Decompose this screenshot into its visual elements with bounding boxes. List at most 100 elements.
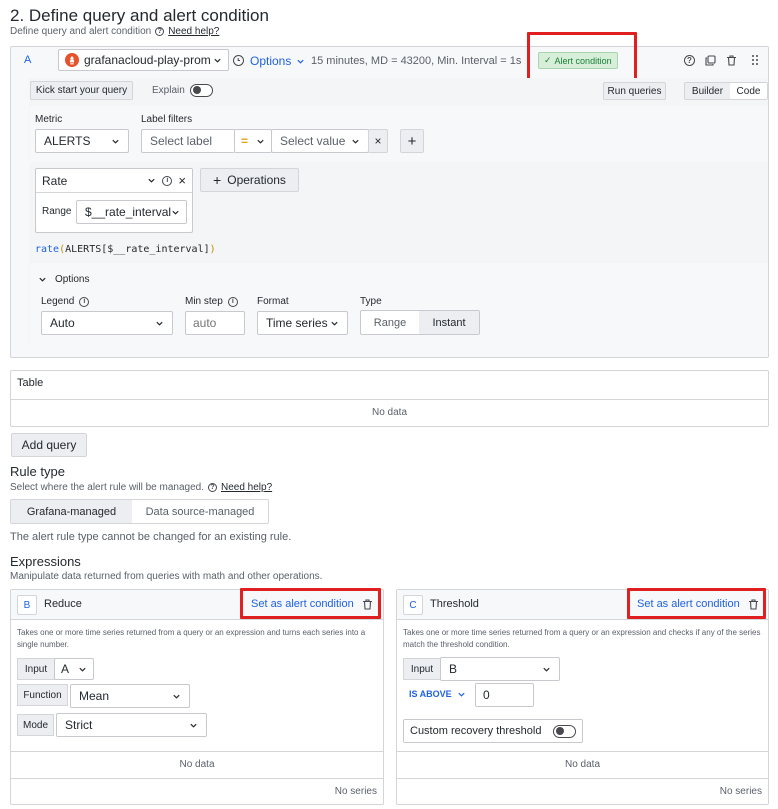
table-empty-text: No data [371, 407, 408, 418]
operation-name[interactable]: Rate [42, 174, 67, 188]
metric-select[interactable]: ALERTS [35, 129, 129, 153]
chevron-down-icon [77, 664, 87, 674]
info-icon: i [79, 296, 90, 307]
threshold-set-alert-button[interactable]: Set as alert condition [637, 598, 740, 610]
rule-type-description-row: Select where the alert rule will be mana… [10, 482, 272, 493]
min-step-label-row: Min step i [185, 296, 238, 307]
min-step-label: Min step [185, 296, 223, 307]
options-collapse-toggle[interactable]: Options [37, 274, 89, 285]
query-options-toggle[interactable]: Options [250, 54, 305, 68]
reduce-ref-badge[interactable]: B [17, 595, 37, 615]
chevron-down-icon[interactable] [146, 176, 156, 186]
table-title: Table [17, 377, 44, 389]
select-label-input[interactable]: Select label [141, 129, 235, 153]
section-subtitle: Define query and alert condition [10, 26, 152, 37]
reduce-no-data: No data [179, 759, 215, 770]
threshold-input-select[interactable]: B [440, 657, 560, 681]
add-query-button[interactable]: Add query [11, 433, 87, 457]
threshold-description: Takes one or more time series returned f… [403, 628, 761, 649]
query-options-summary: 15 minutes, MD = 43200, Min. Interval = … [311, 55, 522, 67]
chevron-down-icon [188, 720, 198, 730]
range-label: Range [42, 206, 72, 217]
trash-icon[interactable] [726, 55, 737, 66]
query-ref-id[interactable]: A [24, 54, 31, 66]
trash-icon[interactable] [362, 599, 373, 610]
type-label: Type [360, 296, 382, 307]
clock-icon [233, 55, 244, 66]
select-value-input[interactable]: Select value [271, 129, 369, 153]
reduce-result-divider [11, 751, 383, 752]
legend-select[interactable]: Auto [41, 311, 173, 335]
expressions-title: Expressions [10, 554, 81, 569]
reduce-name: Reduce [44, 598, 82, 610]
info-icon: i [227, 296, 238, 307]
duplicate-icon[interactable] [705, 55, 716, 66]
threshold-value-input[interactable] [475, 683, 534, 707]
reduce-function-label: Function [17, 684, 68, 706]
threshold-no-data: No data [564, 759, 601, 770]
remove-filter-button[interactable]: × [368, 129, 388, 153]
type-range-option[interactable]: Range [361, 311, 419, 334]
datasource-picker[interactable]: grafanacloud-play-prom [58, 49, 229, 71]
reduce-function-select[interactable]: Mean [70, 684, 190, 708]
custom-recovery-toggle[interactable] [553, 724, 576, 738]
label-filters-label: Label filters [141, 114, 193, 125]
explain-label: Explain [152, 85, 185, 96]
check-icon: ✓ [544, 55, 552, 65]
format-label: Format [257, 296, 289, 307]
explain-toggle[interactable] [190, 84, 213, 97]
format-value: Time series [266, 316, 328, 330]
format-select[interactable]: Time series [257, 311, 348, 335]
reduce-mode-select[interactable]: Strict [56, 713, 207, 737]
drag-handle-icon[interactable] [751, 54, 759, 66]
query-expression-preview: rate(ALERTS[$__rate_interval]) [35, 244, 216, 255]
min-step-input[interactable] [185, 311, 245, 335]
chevron-down-icon [110, 136, 120, 146]
help-icon[interactable]: ? [684, 55, 695, 66]
grafana-managed-option[interactable]: Grafana-managed [11, 500, 132, 523]
type-instant-option[interactable]: Instant [419, 311, 479, 334]
operations-button[interactable]: + Operations [200, 168, 299, 192]
chevron-down-icon [329, 318, 339, 328]
range-value: $__rate_interval [85, 205, 172, 219]
chevron-down-icon [171, 691, 181, 701]
operation-header: Rate i × [36, 169, 192, 193]
reduce-input-value: A [61, 662, 70, 676]
range-select[interactable]: $__rate_interval [76, 200, 187, 224]
threshold-name: Threshold [430, 598, 479, 610]
reduce-input-label: Input [17, 658, 55, 680]
threshold-result-divider-2 [397, 778, 768, 779]
chevron-down-icon [295, 56, 305, 66]
rule-type-help-link[interactable]: Need help? [221, 482, 272, 493]
add-filter-button[interactable]: + [400, 129, 424, 153]
datasource-managed-option[interactable]: Data source-managed [132, 500, 268, 523]
operations-button-label: Operations [227, 173, 286, 187]
threshold-input-label: Input [403, 658, 441, 680]
builder-mode-tab[interactable]: Builder [685, 83, 730, 99]
operator-value: = [241, 134, 249, 148]
kick-start-button[interactable]: Kick start your query [30, 81, 133, 100]
need-help-link[interactable]: Need help? [168, 26, 219, 37]
chevron-down-icon [457, 689, 467, 699]
legend-value: Auto [50, 316, 75, 330]
rule-type-note: The alert rule type cannot be changed fo… [10, 531, 292, 543]
rule-type-title: Rule type [10, 464, 65, 479]
reduce-input-select[interactable]: A [54, 658, 94, 680]
code-mode-tab[interactable]: Code [730, 83, 767, 99]
custom-recovery-threshold-row: Custom recovery threshold [403, 719, 583, 743]
reduce-set-alert-button[interactable]: Set as alert condition [251, 598, 354, 610]
threshold-condition-select[interactable]: IS ABOVE [409, 689, 467, 699]
section-subtitle-row: Define query and alert condition ? Need … [10, 26, 219, 37]
chevron-down-icon [37, 275, 47, 285]
plus-icon: + [213, 172, 222, 188]
info-icon[interactable]: i [162, 175, 173, 186]
close-icon[interactable]: × [178, 173, 186, 188]
reduce-no-series: No series [334, 786, 377, 797]
plus-icon: + [407, 132, 417, 150]
run-queries-button[interactable]: Run queries [603, 82, 666, 100]
trash-icon[interactable] [748, 599, 759, 610]
threshold-no-series: No series [719, 786, 762, 797]
operator-select[interactable]: = [234, 129, 272, 153]
threshold-ref-badge[interactable]: C [403, 595, 423, 615]
metric-value: ALERTS [44, 134, 91, 148]
